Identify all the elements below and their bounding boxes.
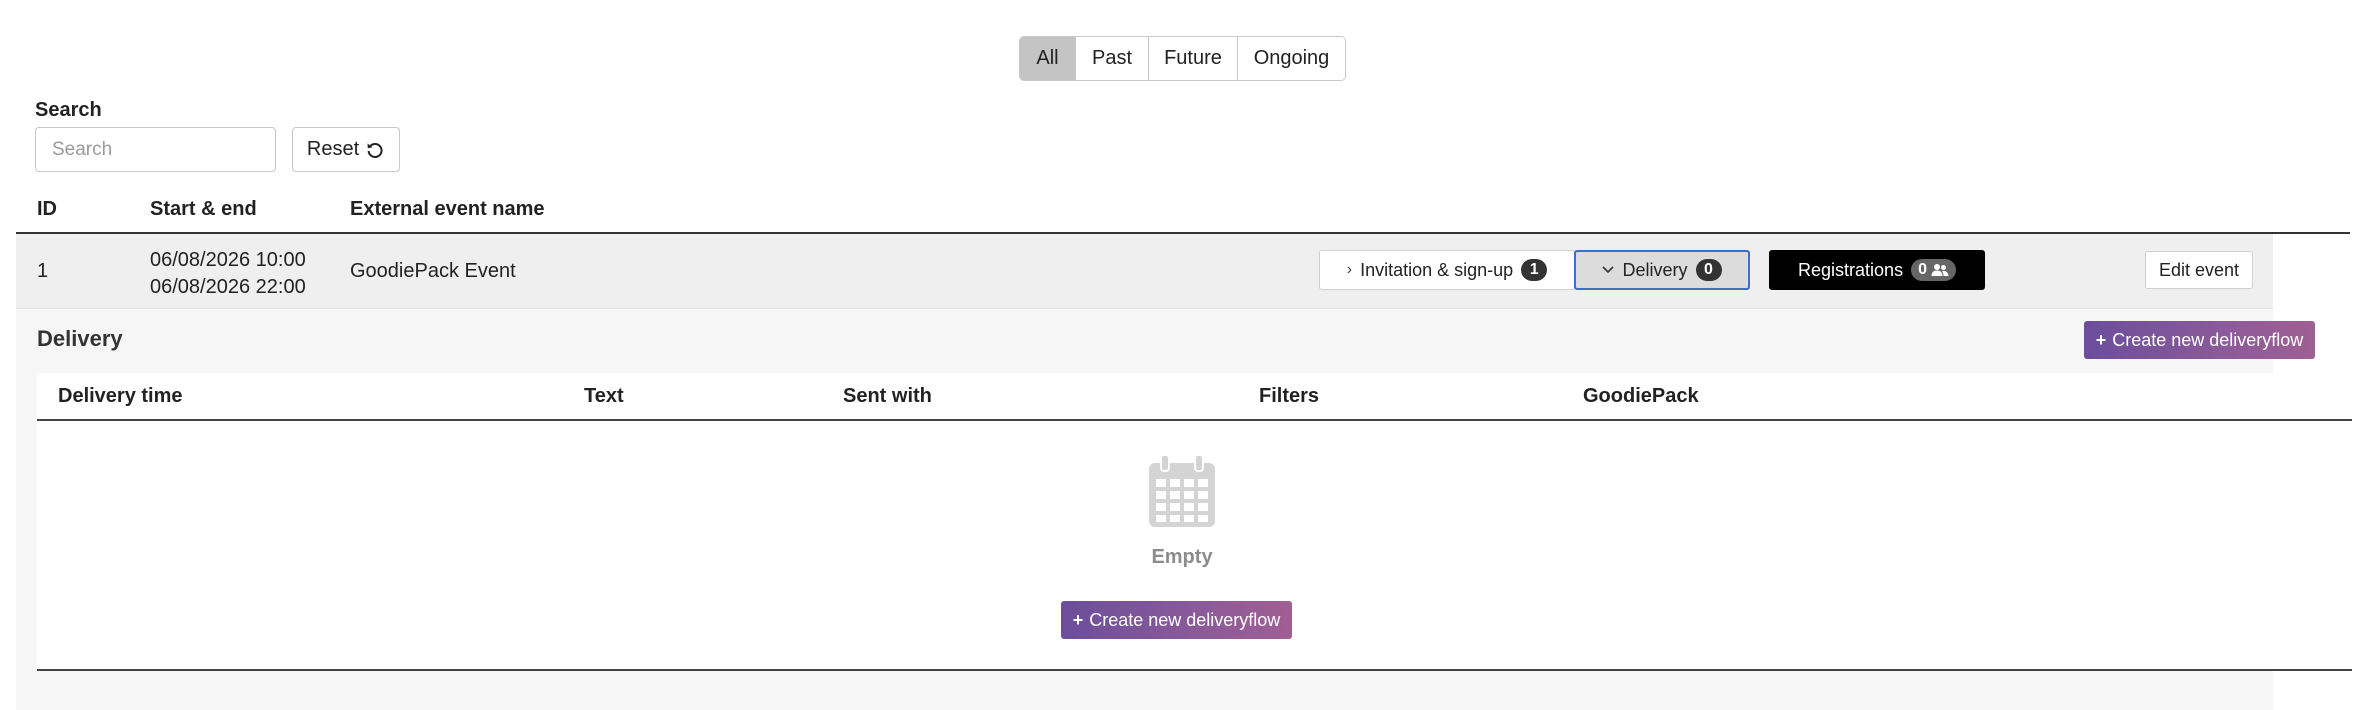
- delivery-button[interactable]: Delivery 0: [1574, 250, 1750, 290]
- edit-event-button[interactable]: Edit event: [2145, 251, 2253, 289]
- table-row: 1 06/08/2026 10:00 06/08/2026 22:00 Good…: [16, 234, 2273, 309]
- event-dates: 06/08/2026 10:00 06/08/2026 22:00: [150, 247, 306, 301]
- column-filters: Filters: [1259, 385, 1320, 407]
- column-goodiepack: GoodiePack: [1583, 385, 1699, 407]
- event-end: 06/08/2026 22:00: [150, 276, 306, 298]
- event-filter-group: All Past Future Ongoing: [1019, 36, 1346, 81]
- delivery-table-header: Delivery time Text Sent with Filters Goo…: [37, 373, 2352, 421]
- search-input[interactable]: [35, 127, 276, 172]
- filter-past-button[interactable]: Past: [1076, 37, 1149, 80]
- create-deliveryflow-label: Create new deliveryflow: [2112, 329, 2304, 350]
- registrations-label: Registrations: [1798, 259, 1904, 280]
- search-label: Search: [35, 99, 102, 121]
- delivery-count-badge: 0: [1695, 259, 1722, 281]
- column-id: ID: [37, 198, 57, 220]
- delivery-title: Delivery: [37, 326, 123, 351]
- reset-label: Reset: [306, 138, 360, 160]
- create-deliveryflow-empty-label: Create new deliveryflow: [1089, 609, 1281, 630]
- filter-future-button[interactable]: Future: [1149, 37, 1238, 80]
- column-text: Text: [584, 385, 624, 407]
- event-start: 06/08/2026 10:00: [150, 249, 306, 271]
- registrations-count-badge: 0: [1911, 259, 1956, 281]
- column-start-end: Start & end: [150, 198, 257, 220]
- create-deliveryflow-button[interactable]: + Create new deliveryflow: [2084, 321, 2315, 359]
- people-icon: [1931, 264, 1949, 276]
- column-sent-with: Sent with: [843, 385, 932, 407]
- chevron-right-icon: ›: [1346, 261, 1353, 278]
- reset-button[interactable]: Reset: [292, 127, 400, 172]
- events-table-header: ID Start & end External event name: [16, 188, 2350, 234]
- registrations-button[interactable]: Registrations 0: [1769, 250, 1985, 290]
- calendar-icon: [1149, 454, 1215, 527]
- filter-all-button[interactable]: All: [1020, 37, 1076, 80]
- plus-icon: +: [2095, 329, 2107, 350]
- column-event-name: External event name: [350, 198, 545, 220]
- registrations-count: 0: [1918, 261, 1927, 278]
- delivery-panel: Delivery + Create new deliveryflow Deliv…: [16, 310, 2352, 710]
- undo-icon: [367, 142, 383, 158]
- chevron-down-icon: [1602, 266, 1615, 274]
- invitation-signup-label: Invitation & sign-up: [1360, 259, 1514, 280]
- column-delivery-time: Delivery time: [58, 385, 183, 407]
- delivery-label: Delivery: [1622, 259, 1688, 280]
- create-deliveryflow-empty-button[interactable]: + Create new deliveryflow: [1061, 601, 1292, 639]
- invitation-signup-button[interactable]: › Invitation & sign-up 1: [1319, 250, 1575, 290]
- event-id: 1: [37, 260, 49, 282]
- plus-icon: +: [1072, 609, 1084, 630]
- filter-ongoing-button[interactable]: Ongoing: [1238, 37, 1345, 80]
- invitation-count-badge: 1: [1521, 259, 1548, 281]
- event-name: GoodiePack Event: [350, 260, 516, 282]
- empty-state-text: Empty: [1151, 546, 1213, 568]
